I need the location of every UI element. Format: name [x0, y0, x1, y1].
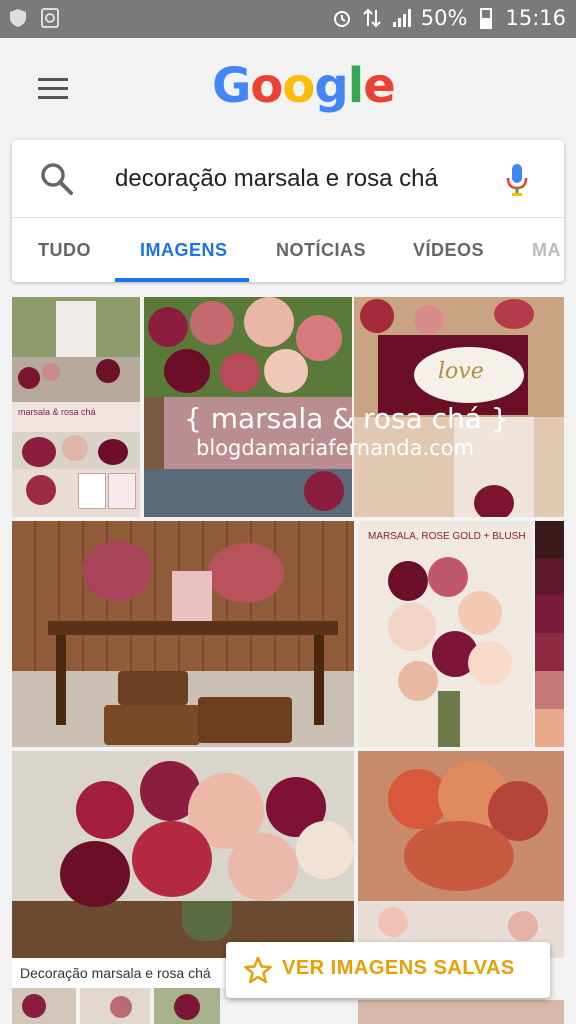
battery-icon [480, 8, 493, 29]
tab-tudo[interactable]: TUDO [38, 218, 91, 282]
image-result[interactable] [358, 751, 564, 958]
clock-time: 15:16 [505, 6, 566, 30]
logo-letter: G [212, 58, 251, 114]
image-result[interactable] [12, 988, 76, 1024]
love-card: love [438, 359, 484, 384]
data-transfer-icon [363, 8, 381, 28]
search-card: decoração marsala e rosa chá TUDO IMAGEN… [12, 140, 564, 282]
menu-icon[interactable] [38, 78, 78, 104]
shield-icon [10, 9, 26, 27]
app-header: Google [0, 38, 576, 138]
view-saved-images-button[interactable]: VER IMAGENS SALVAS [226, 942, 550, 998]
search-input[interactable]: decoração marsala e rosa chá [115, 165, 438, 193]
google-logo[interactable]: Google [212, 58, 396, 114]
image-result[interactable] [154, 988, 220, 1024]
recycle-icon [41, 8, 59, 28]
tab-noticias[interactable]: NOTÍCIAS [276, 218, 366, 282]
search-icon[interactable] [40, 162, 74, 196]
tab-videos[interactable]: VÍDEOS [413, 218, 484, 282]
active-tab-indicator [115, 278, 249, 282]
palette-swatches[interactable] [535, 521, 564, 747]
view-saved-images-label: VER IMAGENS SALVAS [282, 957, 515, 979]
signal-icon [392, 9, 411, 27]
battery-percent: 50% [420, 6, 468, 30]
logo-letter: o [250, 58, 283, 114]
image-result[interactable] [12, 521, 354, 747]
image-result[interactable] [12, 751, 354, 958]
result-caption[interactable]: Decoração marsala e rosa chá [20, 965, 211, 981]
image-result[interactable] [358, 1000, 564, 1024]
search-tabs: TUDO IMAGENS NOTÍCIAS VÍDEOS MA [12, 218, 564, 282]
alarm-icon [333, 11, 350, 27]
image-result[interactable]: marsala & rosa chá [12, 297, 140, 517]
logo-letter: g [314, 58, 348, 114]
star-icon [244, 956, 272, 984]
overlay-subtitle: blogdamariafernanda.com [196, 436, 474, 460]
logo-letter: e [363, 58, 396, 114]
microphone-icon[interactable] [504, 162, 530, 198]
logo-letter: l [347, 58, 364, 114]
collage-label: marsala & rosa chá [18, 407, 96, 417]
logo-letter: o [282, 58, 315, 114]
status-bar: 50% 15:16 [0, 0, 576, 38]
tab-imagens[interactable]: IMAGENS [140, 218, 228, 282]
bouquet-banner: MARSALA, ROSE GOLD + BLUSH [368, 531, 526, 542]
search-bar[interactable]: decoração marsala e rosa chá [12, 140, 564, 218]
image-result[interactable] [80, 988, 150, 1024]
tab-more[interactable]: MA [532, 218, 561, 282]
overlay-title: { marsala & rosa chá } [184, 402, 509, 435]
image-result[interactable]: MARSALA, ROSE GOLD + BLUSH [358, 521, 533, 747]
